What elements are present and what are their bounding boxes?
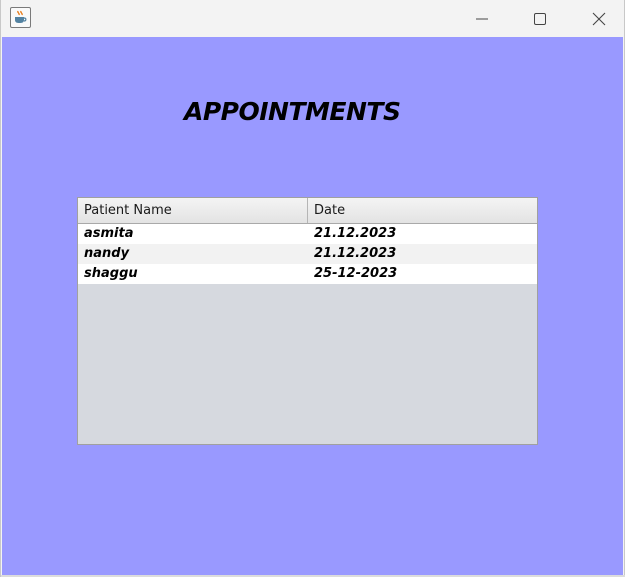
patient-name-cell[interactable]: asmita xyxy=(78,224,308,244)
table-row[interactable]: shaggu 25-12-2023 xyxy=(78,264,537,284)
table-row[interactable]: asmita 21.12.2023 xyxy=(78,224,537,244)
table-row[interactable]: nandy 21.12.2023 xyxy=(78,244,537,264)
maximize-button[interactable] xyxy=(517,0,563,37)
date-cell[interactable]: 25-12-2023 xyxy=(308,264,537,284)
table-body: asmita 21.12.2023 nandy 21.12.2023 shagg… xyxy=(78,224,537,284)
content-pane: APPOINTMENTS Patient Name Date asmita 21… xyxy=(2,37,623,575)
patient-name-cell[interactable]: nandy xyxy=(78,244,308,264)
appointments-table[interactable]: Patient Name Date asmita 21.12.2023 nand… xyxy=(77,197,538,445)
close-button[interactable] xyxy=(576,0,622,37)
column-header-patient-name[interactable]: Patient Name xyxy=(78,198,308,223)
date-cell[interactable]: 21.12.2023 xyxy=(308,224,537,244)
close-icon xyxy=(592,12,606,25)
java-coffee-cup-icon[interactable] xyxy=(10,7,31,28)
table-header: Patient Name Date xyxy=(78,198,537,224)
page-title: APPOINTMENTS xyxy=(184,97,401,126)
maximize-icon xyxy=(534,12,546,25)
patient-name-cell[interactable]: shaggu xyxy=(78,264,308,284)
column-header-date[interactable]: Date xyxy=(308,198,537,223)
minimize-icon xyxy=(476,18,488,19)
title-bar[interactable] xyxy=(1,0,624,37)
app-window: APPOINTMENTS Patient Name Date asmita 21… xyxy=(0,0,625,577)
minimize-button[interactable] xyxy=(459,0,505,37)
date-cell[interactable]: 21.12.2023 xyxy=(308,244,537,264)
